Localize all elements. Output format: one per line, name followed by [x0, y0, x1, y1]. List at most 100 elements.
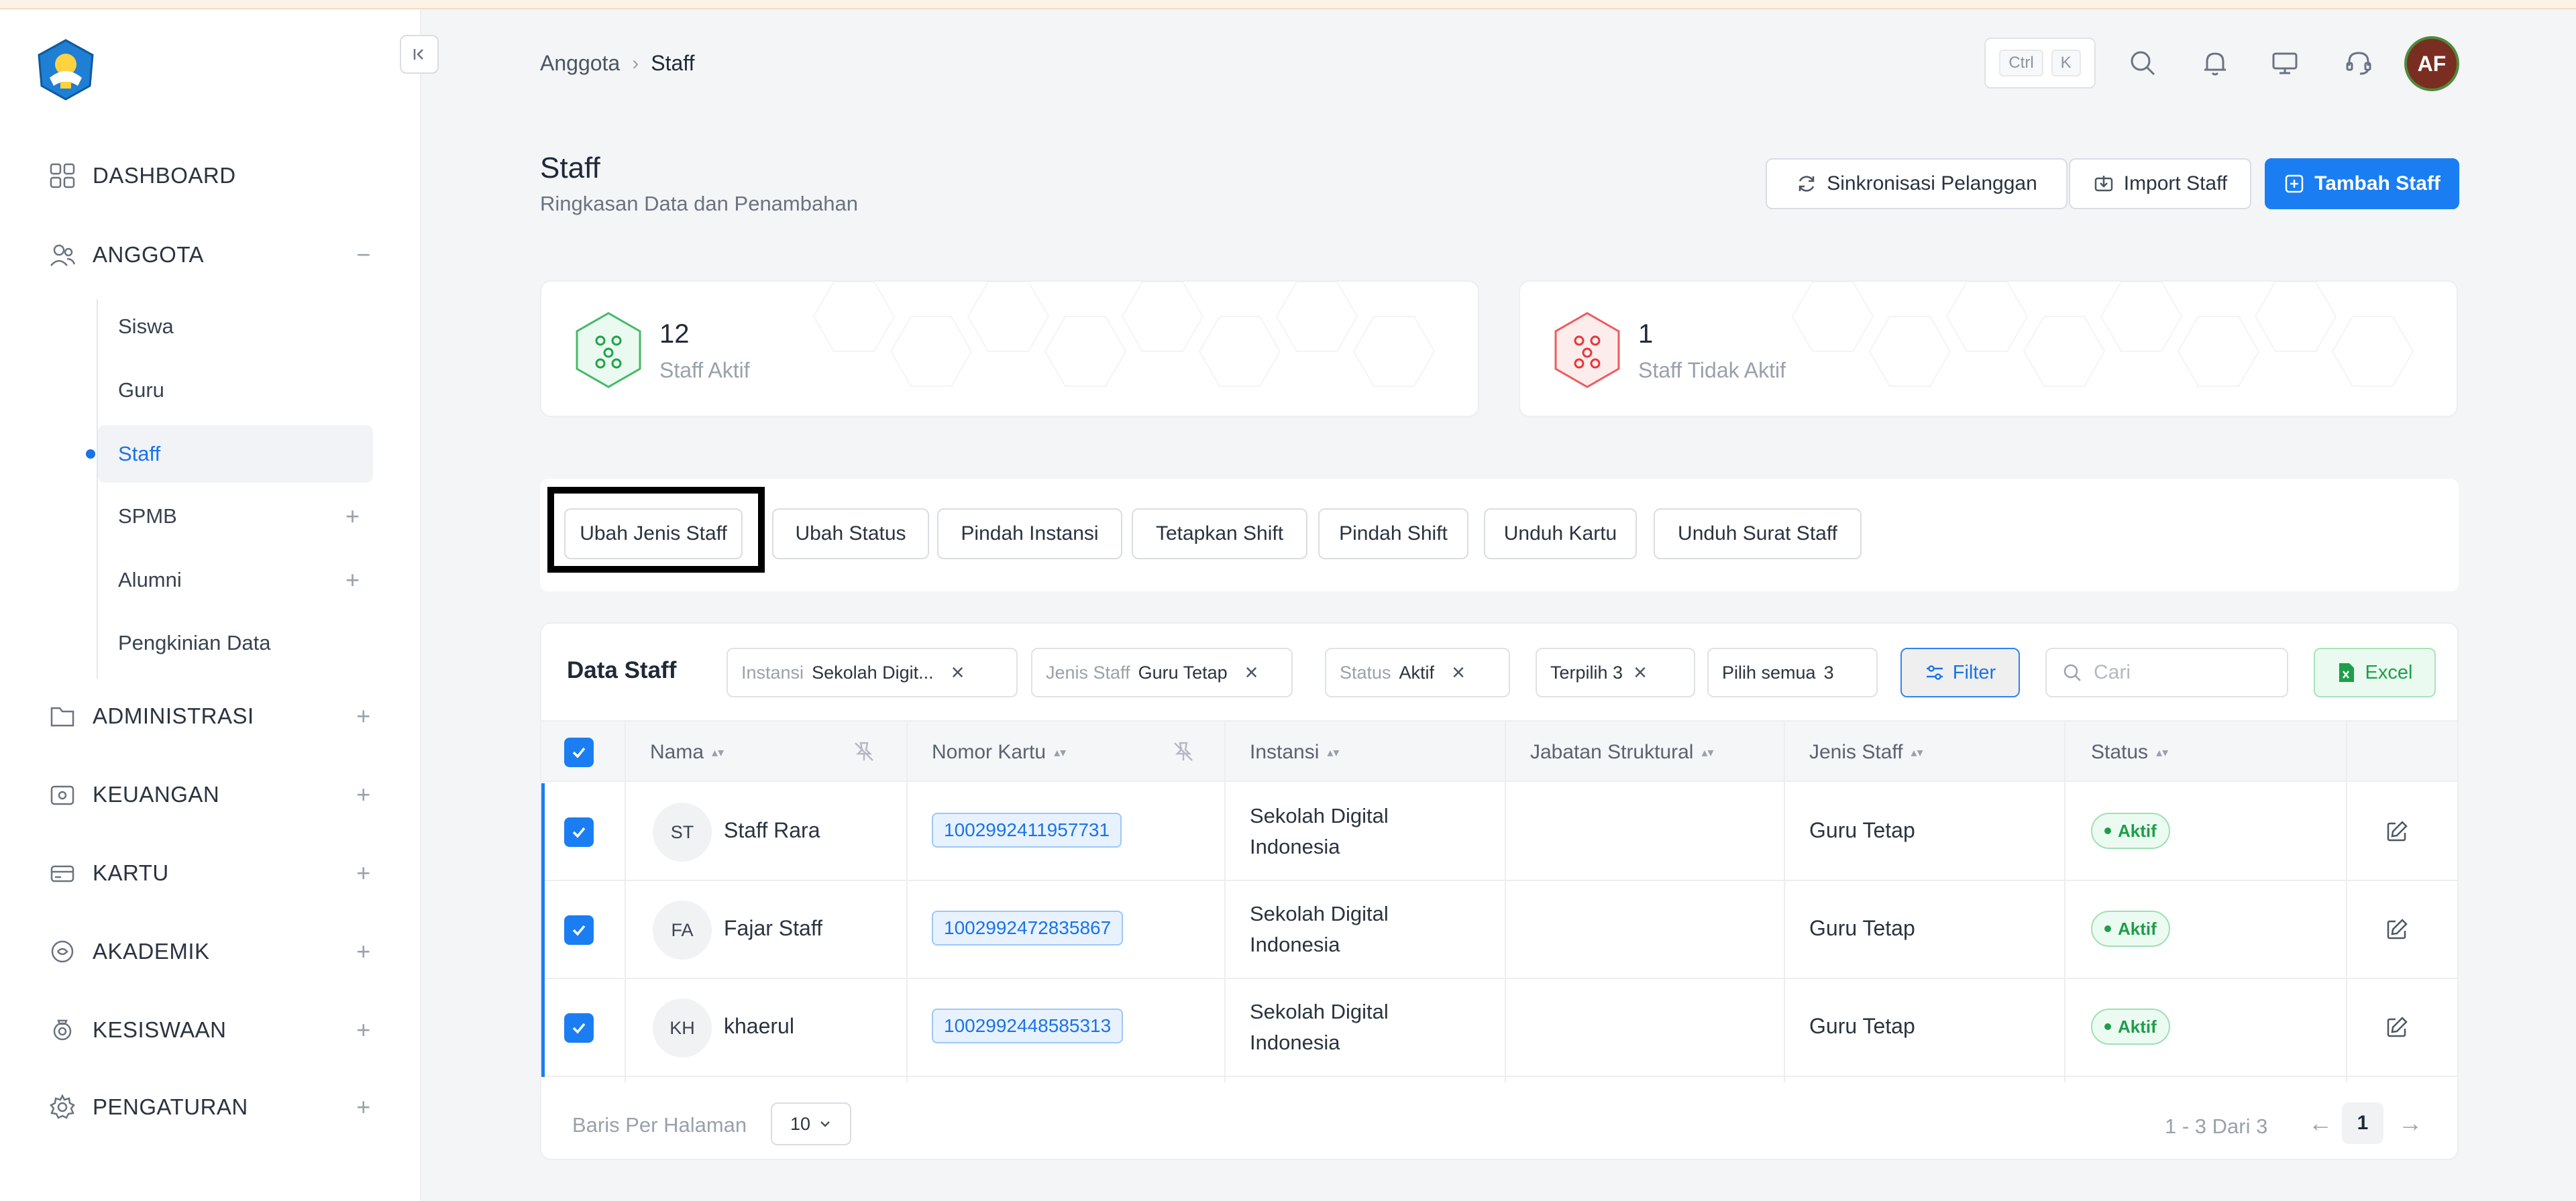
row-selected-indicator [541, 979, 545, 1077]
sidebar-collapse-button[interactable] [400, 35, 439, 74]
column-label: Status [2091, 741, 2149, 763]
bell-icon[interactable] [2196, 44, 2234, 82]
prev-page-icon[interactable]: ← [2308, 1109, 2332, 1137]
table-row[interactable]: FA Fajar Staff 1002992472835867 Sekolah … [541, 881, 2457, 979]
staff-name[interactable]: khaerul [724, 1014, 794, 1039]
sidebar-item-anggota[interactable]: ANGGOTA − [48, 235, 370, 275]
sidebar-subitem-alumni[interactable]: Alumni + [98, 551, 373, 609]
sidebar-subitem-staff[interactable]: Staff [86, 425, 373, 483]
expand-icon[interactable]: + [352, 1095, 376, 1119]
column-header-instansi[interactable]: Instansi ▴▾ [1250, 722, 1339, 783]
expand-icon[interactable]: + [352, 783, 376, 807]
change-status-button[interactable]: Ubah Status [772, 508, 929, 559]
filter-chip-jenis-staff[interactable]: Jenis Staff Guru Tetap × [1031, 648, 1293, 697]
school-logo[interactable] [34, 38, 98, 102]
table-header: Nama ▴▾ Nomor Kartu ▴▾ Instansi ▴▾ Jabat… [541, 720, 2457, 783]
export-excel-button[interactable]: Excel [2314, 648, 2436, 697]
stat-value: 1 [1638, 319, 1654, 349]
table-row[interactable]: KH khaerul 1002992448585313 Sekolah Digi… [541, 979, 2457, 1077]
refresh-icon [1799, 176, 1815, 192]
search-icon[interactable] [2124, 44, 2161, 82]
staff-name[interactable]: Fajar Staff [724, 916, 822, 941]
sort-icon: ▴▾ [1701, 745, 1714, 759]
chip-value: Sekolah Digit... [812, 662, 934, 683]
close-icon[interactable]: × [951, 660, 965, 686]
sidebar-item-kartu[interactable]: KARTU + [48, 853, 370, 893]
sort-icon: ▴▾ [2156, 745, 2169, 759]
add-staff-button[interactable]: Tambah Staff [2265, 158, 2459, 209]
column-header-jenis-staff[interactable]: Jenis Staff ▴▾ [1809, 722, 1923, 783]
import-label: Import Staff [2123, 172, 2228, 194]
academic-icon [48, 937, 76, 966]
import-staff-button[interactable]: Import Staff [2069, 158, 2251, 209]
command-shortcut[interactable]: Ctrl K [1984, 38, 2096, 89]
staff-name[interactable]: Staff Rara [724, 818, 820, 843]
selected-label: Terpilih 3 [1550, 662, 1623, 683]
column-header-nama[interactable]: Nama ▴▾ [650, 722, 724, 783]
next-page-icon[interactable]: → [2398, 1109, 2422, 1137]
table-row[interactable]: ST Staff Rara 1002992411957731 Sekolah D… [541, 783, 2457, 881]
row-checkbox[interactable] [564, 915, 594, 945]
expand-icon[interactable]: + [352, 861, 376, 885]
top-accent-line [0, 0, 2576, 9]
column-header-nomor-kartu[interactable]: Nomor Kartu ▴▾ [932, 722, 1066, 783]
unpin-icon[interactable] [853, 740, 875, 766]
filter-chip-instansi[interactable]: Instansi Sekolah Digit... × [727, 648, 1018, 697]
status-badge: Aktif [2091, 813, 2170, 849]
sidebar-subitem-spmb[interactable]: SPMB + [98, 488, 373, 545]
edit-icon[interactable] [2381, 1011, 2413, 1043]
add-label: Tambah Staff [2314, 172, 2440, 194]
column-label: Nomor Kartu [932, 741, 1046, 763]
sidebar-subitem-guru[interactable]: Guru [98, 361, 373, 419]
card-number-badge[interactable]: 1002992448585313 [932, 1009, 1124, 1043]
chip-value: Aktif [1399, 662, 1435, 683]
expand-icon[interactable]: + [352, 939, 376, 964]
edit-icon[interactable] [2381, 913, 2413, 946]
user-avatar[interactable]: AF [2404, 36, 2459, 91]
collapse-icon[interactable]: − [352, 243, 376, 267]
close-icon[interactable]: × [1245, 660, 1258, 686]
download-letter-button[interactable]: Unduh Surat Staff [1654, 508, 1862, 559]
support-icon[interactable] [2340, 44, 2377, 82]
page-title: Staff [540, 152, 600, 184]
download-card-button[interactable]: Unduh Kartu [1484, 508, 1637, 559]
select-all-checkbox[interactable] [564, 738, 594, 767]
card-number-badge[interactable]: 1002992472835867 [932, 911, 1124, 946]
assign-shift-button[interactable]: Tetapkan Shift [1132, 508, 1307, 559]
row-selected-indicator [541, 881, 545, 979]
table-search[interactable] [2045, 648, 2288, 697]
row-checkbox[interactable] [564, 817, 594, 847]
sidebar-item-pengaturan[interactable]: PENGATURAN + [48, 1087, 370, 1127]
sidebar-subitem-siswa[interactable]: Siswa [98, 298, 373, 355]
filter-chip-status[interactable]: Status Aktif × [1325, 648, 1510, 697]
card-number-badge[interactable]: 1002992411957731 [932, 813, 1122, 848]
expand-icon[interactable]: + [352, 704, 376, 728]
move-shift-button[interactable]: Pindah Shift [1318, 508, 1468, 559]
column-header-jabatan[interactable]: Jabatan Struktural ▴▾ [1530, 722, 1714, 783]
move-institution-button[interactable]: Pindah Instansi [937, 508, 1122, 559]
search-input[interactable] [2094, 661, 2275, 684]
row-checkbox[interactable] [564, 1013, 594, 1043]
sidebar-item-administrasi[interactable]: ADMINISTRASI + [48, 696, 370, 736]
expand-icon[interactable]: + [345, 502, 360, 530]
edit-icon[interactable] [2381, 815, 2413, 848]
sync-customer-button[interactable]: Sinkronisasi Pelanggan [1766, 158, 2068, 209]
selected-count-chip[interactable]: Terpilih 3 × [1536, 648, 1695, 697]
close-icon[interactable]: × [1633, 660, 1647, 686]
rows-per-page-select[interactable]: 10 [771, 1102, 851, 1145]
monitor-icon[interactable] [2266, 44, 2304, 82]
expand-icon[interactable]: + [345, 566, 360, 594]
column-header-status[interactable]: Status ▴▾ [2091, 722, 2168, 783]
unpin-icon[interactable] [1172, 740, 1195, 766]
sidebar-item-kesiswaan[interactable]: KESISWAAN + [48, 1010, 370, 1050]
page-number-button[interactable]: 1 [2342, 1102, 2383, 1144]
sidebar-item-keuangan[interactable]: KEUANGAN + [48, 775, 370, 815]
sidebar-item-akademik[interactable]: AKADEMIK + [48, 931, 370, 972]
close-icon[interactable]: × [1452, 660, 1465, 686]
filter-button[interactable]: Filter [1900, 648, 2020, 697]
select-all-chip[interactable]: Pilih semua 3 [1707, 648, 1878, 697]
expand-icon[interactable]: + [352, 1018, 376, 1042]
breadcrumb-anggota[interactable]: Anggota [540, 51, 620, 76]
sidebar-subitem-pengkinian-data[interactable]: Pengkinian Data [98, 614, 373, 672]
sidebar-item-dashboard[interactable]: DASHBOARD [48, 156, 370, 196]
